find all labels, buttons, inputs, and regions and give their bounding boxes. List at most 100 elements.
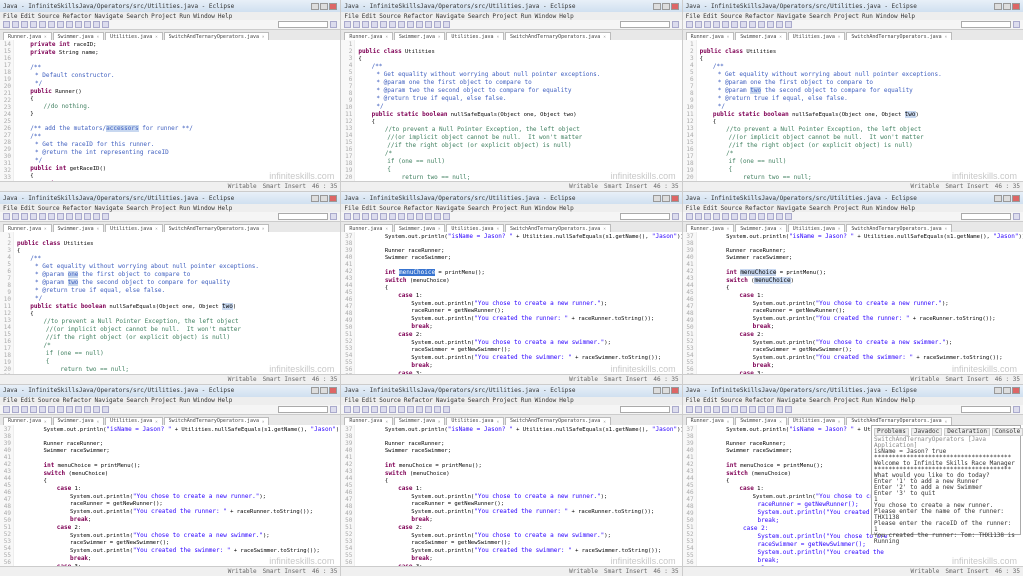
close-icon[interactable]: × bbox=[155, 34, 157, 39]
menu-refactor[interactable]: Refactor bbox=[745, 205, 774, 212]
toolbar-icon-7[interactable] bbox=[66, 21, 73, 28]
toolbar-icon-3[interactable] bbox=[30, 21, 37, 28]
menu-project[interactable]: Project bbox=[492, 397, 517, 404]
menu-project[interactable]: Project bbox=[492, 13, 517, 20]
minimize-button[interactable] bbox=[311, 3, 319, 10]
close-icon[interactable]: × bbox=[438, 419, 440, 424]
minimize-button[interactable] bbox=[653, 195, 661, 202]
editor-tab-1[interactable]: Swimmer.java× bbox=[53, 417, 105, 425]
toolbar-icon-4[interactable] bbox=[722, 406, 729, 413]
menu-run[interactable]: Run bbox=[521, 397, 532, 404]
toolbar-icon-8[interactable] bbox=[75, 406, 82, 413]
close-icon[interactable]: × bbox=[779, 34, 781, 39]
close-button[interactable] bbox=[671, 3, 679, 10]
menu-window[interactable]: Window bbox=[876, 205, 898, 212]
close-icon[interactable]: × bbox=[838, 419, 840, 424]
toolbar-icon-9[interactable] bbox=[84, 21, 91, 28]
toolbar-icon-6[interactable] bbox=[740, 21, 747, 28]
toolbar-icon-10[interactable] bbox=[93, 21, 100, 28]
editor-tab-2[interactable]: Utilities.java× bbox=[105, 417, 163, 425]
close-icon[interactable]: × bbox=[727, 226, 729, 231]
toolbar-icon-2[interactable] bbox=[21, 406, 28, 413]
toolbar-icon-8[interactable] bbox=[758, 213, 765, 220]
menu-search[interactable]: Search bbox=[126, 397, 148, 404]
toolbar-icon-9[interactable] bbox=[425, 21, 432, 28]
perspective-java-icon[interactable] bbox=[1013, 21, 1020, 28]
editor-tab-2[interactable]: Utilities.java× bbox=[446, 32, 504, 40]
close-icon[interactable]: × bbox=[155, 226, 157, 231]
editor-tab-2[interactable]: Utilities.java× bbox=[446, 417, 504, 425]
menu-file[interactable]: File bbox=[3, 205, 17, 212]
toolbar-icon-7[interactable] bbox=[407, 406, 414, 413]
close-button[interactable] bbox=[671, 387, 679, 394]
maximize-button[interactable] bbox=[662, 387, 670, 394]
toolbar-icon-7[interactable] bbox=[66, 406, 73, 413]
toolbar-icon-11[interactable] bbox=[102, 21, 109, 28]
toolbar-icon-5[interactable] bbox=[389, 406, 396, 413]
toolbar-icon-0[interactable] bbox=[344, 406, 351, 413]
perspective-java-icon[interactable] bbox=[672, 213, 679, 220]
toolbar-icon-10[interactable] bbox=[434, 21, 441, 28]
toolbar-icon-5[interactable] bbox=[48, 406, 55, 413]
menu-help[interactable]: Help bbox=[559, 205, 573, 212]
editor-tab-2[interactable]: Utilities.java× bbox=[788, 224, 846, 232]
editor-tab-3[interactable]: SwitchAndTernaryOperators.java× bbox=[846, 224, 952, 232]
toolbar-icon-9[interactable] bbox=[767, 21, 774, 28]
toolbar-icon-0[interactable] bbox=[686, 21, 693, 28]
toolbar-icon-3[interactable] bbox=[713, 213, 720, 220]
toolbar-icon-3[interactable] bbox=[371, 21, 378, 28]
toolbar-icon-7[interactable] bbox=[749, 21, 756, 28]
close-icon[interactable]: × bbox=[603, 419, 605, 424]
close-icon[interactable]: × bbox=[727, 419, 729, 424]
toolbar-icon-6[interactable] bbox=[57, 213, 64, 220]
toolbar-icon-0[interactable] bbox=[3, 213, 10, 220]
perspective-java-icon[interactable] bbox=[330, 21, 337, 28]
toolbar-icon-11[interactable] bbox=[785, 406, 792, 413]
editor-tab-1[interactable]: Swimmer.java× bbox=[53, 32, 105, 40]
toolbar-icon-9[interactable] bbox=[84, 213, 91, 220]
editor-tab-0[interactable]: Runner.java× bbox=[3, 32, 52, 40]
maximize-button[interactable] bbox=[662, 3, 670, 10]
menu-window[interactable]: Window bbox=[193, 205, 215, 212]
toolbar-icon-8[interactable] bbox=[758, 21, 765, 28]
close-icon[interactable]: × bbox=[262, 226, 264, 231]
menu-help[interactable]: Help bbox=[218, 13, 232, 20]
close-icon[interactable]: × bbox=[945, 34, 947, 39]
toolbar-icon-5[interactable] bbox=[389, 213, 396, 220]
menu-refactor[interactable]: Refactor bbox=[745, 13, 774, 20]
close-icon[interactable]: × bbox=[727, 34, 729, 39]
menu-help[interactable]: Help bbox=[218, 397, 232, 404]
menu-search[interactable]: Search bbox=[809, 205, 831, 212]
editor-tab-2[interactable]: Utilities.java× bbox=[105, 32, 163, 40]
close-icon[interactable]: × bbox=[945, 226, 947, 231]
toolbar-icon-2[interactable] bbox=[704, 213, 711, 220]
menu-search[interactable]: Search bbox=[809, 13, 831, 20]
toolbar-icon-3[interactable] bbox=[713, 406, 720, 413]
toolbar-icon-11[interactable] bbox=[443, 21, 450, 28]
perspective-java-icon[interactable] bbox=[330, 213, 337, 220]
close-icon[interactable]: × bbox=[945, 419, 947, 424]
minimize-button[interactable] bbox=[994, 387, 1002, 394]
toolbar-icon-7[interactable] bbox=[749, 213, 756, 220]
editor-area[interactable]: 1234567891011121314151617181920212223242… bbox=[0, 232, 340, 373]
toolbar-icon-6[interactable] bbox=[57, 406, 64, 413]
toolbar-icon-6[interactable] bbox=[740, 406, 747, 413]
console-tab-javadoc[interactable]: Javadoc bbox=[911, 428, 942, 436]
maximize-button[interactable] bbox=[320, 387, 328, 394]
editor-tab-0[interactable]: Runner.java× bbox=[344, 417, 393, 425]
close-icon[interactable]: × bbox=[44, 226, 46, 231]
editor-tab-3[interactable]: SwitchAndTernaryOperators.java× bbox=[505, 32, 611, 40]
editor-tab-3[interactable]: SwitchAndTernaryOperators.java× bbox=[164, 224, 270, 232]
code-content[interactable]: System.out.println("isName = Jason? " + … bbox=[355, 232, 681, 373]
toolbar-icon-10[interactable] bbox=[93, 213, 100, 220]
toolbar-icon-0[interactable] bbox=[344, 21, 351, 28]
toolbar-icon-5[interactable] bbox=[731, 21, 738, 28]
editor-tab-1[interactable]: Swimmer.java× bbox=[735, 224, 787, 232]
toolbar-icon-3[interactable] bbox=[371, 406, 378, 413]
toolbar-icon-9[interactable] bbox=[425, 213, 432, 220]
quick-access-input[interactable] bbox=[278, 213, 328, 220]
toolbar-icon-8[interactable] bbox=[758, 406, 765, 413]
code-content[interactable]: System.out.println("isName = Jason? " + … bbox=[14, 425, 340, 566]
minimize-button[interactable] bbox=[653, 387, 661, 394]
editor-tab-0[interactable]: Runner.java× bbox=[344, 32, 393, 40]
